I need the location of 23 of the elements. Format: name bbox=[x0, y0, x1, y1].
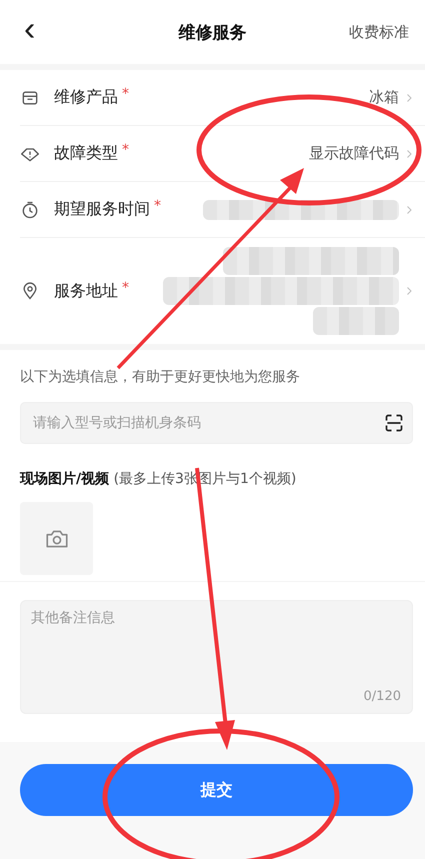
submit-button[interactable]: 提交 bbox=[20, 764, 413, 816]
stopwatch-icon bbox=[20, 200, 40, 220]
photo-upload-button[interactable] bbox=[20, 502, 93, 575]
field-value: 显示故障代码 bbox=[309, 144, 399, 163]
fee-standard-link[interactable]: 收费标准 bbox=[345, 18, 413, 46]
char-counter: 0/120 bbox=[364, 689, 401, 704]
form-row[interactable]: 维修产品 * 冰箱 bbox=[20, 70, 425, 126]
page-title: 维修服务 bbox=[178, 22, 246, 44]
back-button[interactable]: ‹ bbox=[20, 12, 44, 52]
field-label: 服务地址 bbox=[54, 280, 118, 302]
form-row[interactable]: 服务地址 * bbox=[20, 238, 425, 344]
required-mark: * bbox=[122, 280, 129, 296]
field-value: 冰箱 bbox=[369, 88, 399, 107]
info-note: 以下为选填信息，有助于更好更快地为您服务 bbox=[20, 368, 301, 386]
required-mark: * bbox=[154, 198, 161, 214]
field-label: 维修产品 bbox=[54, 87, 118, 108]
form-row[interactable]: 期望服务时间 * bbox=[20, 182, 425, 238]
required-mark: * bbox=[122, 142, 129, 158]
required-mark: * bbox=[122, 86, 129, 102]
field-label: 期望服务时间 bbox=[54, 199, 150, 220]
field-label: 故障类型 bbox=[54, 143, 118, 164]
model-input-field[interactable]: 请输入型号或扫描机身条码 bbox=[20, 402, 413, 444]
scan-icon bbox=[384, 413, 404, 433]
